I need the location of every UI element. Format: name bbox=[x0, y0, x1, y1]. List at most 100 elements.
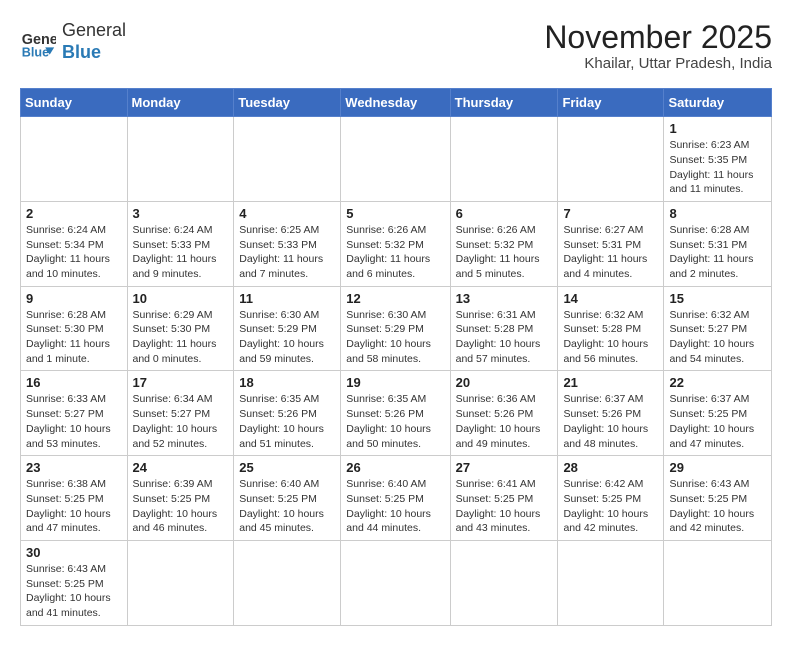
day-info: Sunrise: 6:26 AM Sunset: 5:32 PM Dayligh… bbox=[346, 223, 444, 282]
calendar-cell: 8 Sunrise: 6:28 AM Sunset: 5:31 PM Daylig… bbox=[664, 201, 772, 286]
day-number: 9 bbox=[26, 291, 122, 306]
logo: General Blue General Blue bbox=[20, 20, 126, 63]
calendar-cell: 22 Sunrise: 6:37 AM Sunset: 5:25 PM Dayli… bbox=[664, 371, 772, 456]
day-number: 30 bbox=[26, 545, 122, 560]
week-row-6: 30Sunrise: 6:43 AM Sunset: 5:25 PM Dayli… bbox=[21, 540, 772, 625]
logo-icon: General Blue bbox=[20, 24, 56, 60]
calendar-cell: 23 Sunrise: 6:38 AM Sunset: 5:25 PM Dayli… bbox=[21, 456, 128, 541]
calendar-cell: 25Sunrise: 6:40 AM Sunset: 5:25 PM Dayli… bbox=[234, 456, 341, 541]
calendar-cell: 5 Sunrise: 6:26 AM Sunset: 5:32 PM Daylig… bbox=[341, 201, 450, 286]
day-number: 17 bbox=[133, 375, 229, 390]
calendar-cell: 2 Sunrise: 6:24 AM Sunset: 5:34 PM Daylig… bbox=[21, 201, 128, 286]
week-row-3: 9 Sunrise: 6:28 AM Sunset: 5:30 PM Daylig… bbox=[21, 286, 772, 371]
day-number: 1 bbox=[669, 121, 766, 136]
day-info: Sunrise: 6:35 AM Sunset: 5:26 PM Dayligh… bbox=[346, 392, 444, 451]
calendar-cell bbox=[664, 540, 772, 625]
calendar-cell: 20 Sunrise: 6:36 AM Sunset: 5:26 PM Dayli… bbox=[450, 371, 558, 456]
day-info: Sunrise: 6:40 AM Sunset: 5:25 PM Dayligh… bbox=[346, 477, 444, 536]
day-number: 12 bbox=[346, 291, 444, 306]
header-tuesday: Tuesday bbox=[234, 89, 341, 117]
calendar-cell: 21 Sunrise: 6:37 AM Sunset: 5:26 PM Dayli… bbox=[558, 371, 664, 456]
day-number: 27 bbox=[456, 460, 553, 475]
calendar-cell: 1 Sunrise: 6:23 AM Sunset: 5:35 PM Daylig… bbox=[664, 117, 772, 202]
day-number: 26 bbox=[346, 460, 444, 475]
calendar-cell: 27Sunrise: 6:41 AM Sunset: 5:25 PM Dayli… bbox=[450, 456, 558, 541]
day-info: Sunrise: 6:28 AM Sunset: 5:30 PM Dayligh… bbox=[26, 308, 122, 367]
day-number: 23 bbox=[26, 460, 122, 475]
day-info: Sunrise: 6:33 AM Sunset: 5:27 PM Dayligh… bbox=[26, 392, 122, 451]
header-thursday: Thursday bbox=[450, 89, 558, 117]
calendar-cell: 16 Sunrise: 6:33 AM Sunset: 5:27 PM Dayli… bbox=[21, 371, 128, 456]
day-info: Sunrise: 6:29 AM Sunset: 5:30 PM Dayligh… bbox=[133, 308, 229, 367]
day-info: Sunrise: 6:31 AM Sunset: 5:28 PM Dayligh… bbox=[456, 308, 553, 367]
calendar-cell: 24Sunrise: 6:39 AM Sunset: 5:25 PM Dayli… bbox=[127, 456, 234, 541]
calendar-cell: 19Sunrise: 6:35 AM Sunset: 5:26 PM Dayli… bbox=[341, 371, 450, 456]
day-number: 10 bbox=[133, 291, 229, 306]
day-number: 29 bbox=[669, 460, 766, 475]
day-number: 22 bbox=[669, 375, 766, 390]
day-info: Sunrise: 6:36 AM Sunset: 5:26 PM Dayligh… bbox=[456, 392, 553, 451]
day-number: 16 bbox=[26, 375, 122, 390]
calendar-cell: 14Sunrise: 6:32 AM Sunset: 5:28 PM Dayli… bbox=[558, 286, 664, 371]
day-number: 20 bbox=[456, 375, 553, 390]
day-number: 25 bbox=[239, 460, 335, 475]
day-number: 7 bbox=[563, 206, 658, 221]
day-number: 4 bbox=[239, 206, 335, 221]
header-monday: Monday bbox=[127, 89, 234, 117]
day-number: 21 bbox=[563, 375, 658, 390]
calendar-cell: 12 Sunrise: 6:30 AM Sunset: 5:29 PM Dayli… bbox=[341, 286, 450, 371]
calendar-cell bbox=[558, 540, 664, 625]
calendar-cell: 6 Sunrise: 6:26 AM Sunset: 5:32 PM Daylig… bbox=[450, 201, 558, 286]
svg-text:Blue: Blue bbox=[22, 45, 49, 59]
calendar-cell bbox=[21, 117, 128, 202]
day-number: 2 bbox=[26, 206, 122, 221]
day-number: 6 bbox=[456, 206, 553, 221]
calendar-cell: 13Sunrise: 6:31 AM Sunset: 5:28 PM Dayli… bbox=[450, 286, 558, 371]
header-saturday: Saturday bbox=[664, 89, 772, 117]
calendar-table: SundayMondayTuesdayWednesdayThursdayFrid… bbox=[20, 88, 772, 626]
day-number: 8 bbox=[669, 206, 766, 221]
day-info: Sunrise: 6:35 AM Sunset: 5:26 PM Dayligh… bbox=[239, 392, 335, 451]
calendar-cell: 26 Sunrise: 6:40 AM Sunset: 5:25 PM Dayli… bbox=[341, 456, 450, 541]
header-wednesday: Wednesday bbox=[341, 89, 450, 117]
day-info: Sunrise: 6:25 AM Sunset: 5:33 PM Dayligh… bbox=[239, 223, 335, 282]
day-info: Sunrise: 6:34 AM Sunset: 5:27 PM Dayligh… bbox=[133, 392, 229, 451]
calendar-cell bbox=[234, 117, 341, 202]
day-info: Sunrise: 6:23 AM Sunset: 5:35 PM Dayligh… bbox=[669, 138, 766, 197]
day-info: Sunrise: 6:37 AM Sunset: 5:25 PM Dayligh… bbox=[669, 392, 766, 451]
calendar-cell: 9 Sunrise: 6:28 AM Sunset: 5:30 PM Daylig… bbox=[21, 286, 128, 371]
day-info: Sunrise: 6:43 AM Sunset: 5:25 PM Dayligh… bbox=[669, 477, 766, 536]
day-number: 5 bbox=[346, 206, 444, 221]
week-row-1: 1 Sunrise: 6:23 AM Sunset: 5:35 PM Daylig… bbox=[21, 117, 772, 202]
calendar-cell bbox=[234, 540, 341, 625]
calendar-cell bbox=[341, 117, 450, 202]
weekday-header-row: SundayMondayTuesdayWednesdayThursdayFrid… bbox=[21, 89, 772, 117]
day-info: Sunrise: 6:32 AM Sunset: 5:27 PM Dayligh… bbox=[669, 308, 766, 367]
day-info: Sunrise: 6:30 AM Sunset: 5:29 PM Dayligh… bbox=[346, 308, 444, 367]
calendar-cell bbox=[450, 117, 558, 202]
header-friday: Friday bbox=[558, 89, 664, 117]
calendar-cell: 17 Sunrise: 6:34 AM Sunset: 5:27 PM Dayli… bbox=[127, 371, 234, 456]
day-info: Sunrise: 6:28 AM Sunset: 5:31 PM Dayligh… bbox=[669, 223, 766, 282]
day-number: 11 bbox=[239, 291, 335, 306]
calendar-cell bbox=[341, 540, 450, 625]
day-info: Sunrise: 6:30 AM Sunset: 5:29 PM Dayligh… bbox=[239, 308, 335, 367]
title-area: November 2025 Khailar, Uttar Pradesh, In… bbox=[544, 20, 772, 72]
day-info: Sunrise: 6:24 AM Sunset: 5:34 PM Dayligh… bbox=[26, 223, 122, 282]
calendar-cell: 18Sunrise: 6:35 AM Sunset: 5:26 PM Dayli… bbox=[234, 371, 341, 456]
calendar-cell: 30Sunrise: 6:43 AM Sunset: 5:25 PM Dayli… bbox=[21, 540, 128, 625]
calendar-cell: 15Sunrise: 6:32 AM Sunset: 5:27 PM Dayli… bbox=[664, 286, 772, 371]
calendar-title: November 2025 bbox=[544, 20, 772, 55]
day-info: Sunrise: 6:26 AM Sunset: 5:32 PM Dayligh… bbox=[456, 223, 553, 282]
calendar-cell: 10 Sunrise: 6:29 AM Sunset: 5:30 PM Dayli… bbox=[127, 286, 234, 371]
calendar-cell: 7Sunrise: 6:27 AM Sunset: 5:31 PM Daylig… bbox=[558, 201, 664, 286]
day-number: 28 bbox=[563, 460, 658, 475]
day-info: Sunrise: 6:39 AM Sunset: 5:25 PM Dayligh… bbox=[133, 477, 229, 536]
day-info: Sunrise: 6:37 AM Sunset: 5:26 PM Dayligh… bbox=[563, 392, 658, 451]
header-sunday: Sunday bbox=[21, 89, 128, 117]
day-number: 3 bbox=[133, 206, 229, 221]
day-number: 14 bbox=[563, 291, 658, 306]
week-row-4: 16 Sunrise: 6:33 AM Sunset: 5:27 PM Dayli… bbox=[21, 371, 772, 456]
logo-general: General bbox=[62, 20, 126, 42]
day-info: Sunrise: 6:38 AM Sunset: 5:25 PM Dayligh… bbox=[26, 477, 122, 536]
